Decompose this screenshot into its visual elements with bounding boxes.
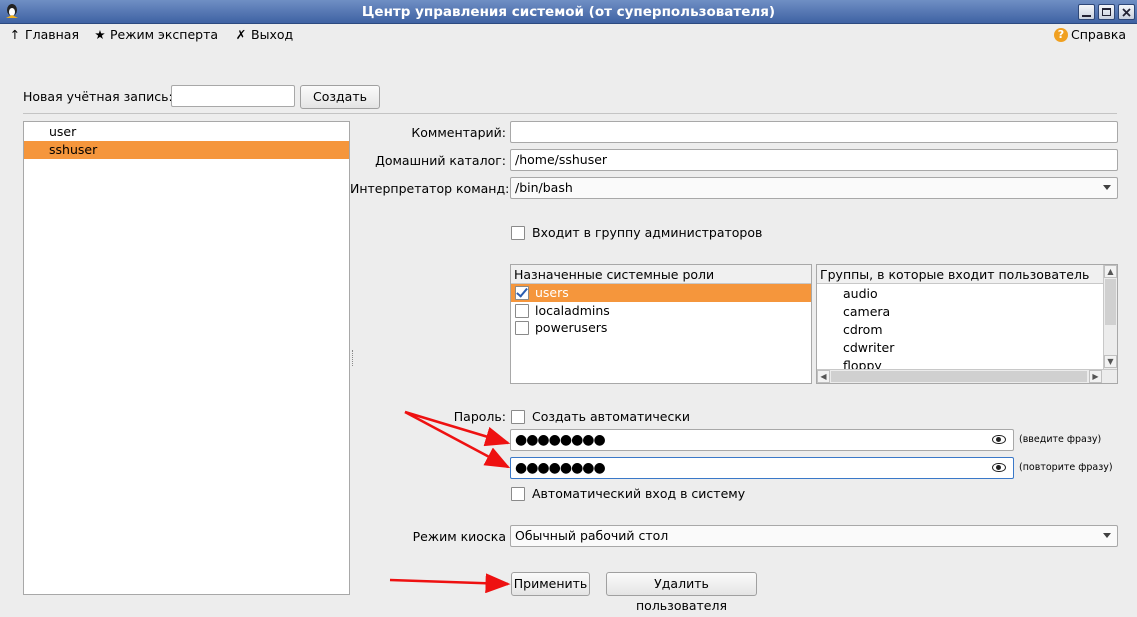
- kiosk-value: Обычный рабочий стол: [515, 528, 669, 543]
- role-users-label: users: [535, 285, 569, 300]
- vertical-scrollbar[interactable]: ▲ ▼: [1103, 265, 1117, 369]
- roles-header: Назначенные системные роли: [511, 265, 811, 284]
- auto-password-label: Создать автоматически: [532, 409, 691, 424]
- role-powerusers-label: powerusers: [535, 320, 608, 335]
- role-localadmins-label: localadmins: [535, 303, 610, 318]
- group-item[interactable]: floppy: [817, 357, 1103, 369]
- menu-home[interactable]: ↑ Главная: [8, 26, 79, 44]
- groups-header: Группы, в которые входит пользователь: [817, 265, 1103, 284]
- delete-user-button[interactable]: Удалить пользователя: [606, 572, 757, 613]
- user-list[interactable]: user sshuser: [23, 121, 350, 595]
- role-item-powerusers[interactable]: powerusers: [511, 319, 811, 337]
- menu-exit[interactable]: ✗ Выход: [234, 26, 293, 44]
- home-dir-input[interactable]: /home/sshuser: [510, 149, 1118, 171]
- help-icon: ?: [1054, 28, 1068, 42]
- exit-icon: ✗: [235, 27, 247, 42]
- kiosk-label: Режим киоска: [412, 529, 506, 544]
- password-confirm-field[interactable]: ●●●●●●●●: [510, 457, 1014, 479]
- window-title: Центр управления системой (от суперпольз…: [361, 4, 776, 20]
- role-users-checkbox[interactable]: [515, 286, 529, 300]
- password-hint: (введите фразу): [1019, 434, 1102, 445]
- password-label: Пароль:: [453, 409, 506, 424]
- star-icon: ★: [94, 27, 106, 42]
- create-button[interactable]: Создать: [300, 85, 380, 109]
- autologin-label: Автоматический вход в систему: [532, 486, 746, 501]
- role-item-localadmins[interactable]: localadmins: [511, 302, 811, 320]
- home-dir-label: Домашний каталог:: [375, 153, 506, 168]
- scrollbar-thumb[interactable]: [831, 371, 1087, 382]
- scroll-down-icon[interactable]: ▼: [1104, 355, 1117, 368]
- scroll-up-icon[interactable]: ▲: [1104, 265, 1117, 278]
- shell-select[interactable]: /bin/bash: [510, 177, 1118, 199]
- eye-icon[interactable]: [992, 463, 1006, 472]
- horizontal-scrollbar[interactable]: ◀ ▶: [817, 369, 1117, 383]
- scroll-right-icon[interactable]: ▶: [1089, 370, 1102, 383]
- password-field[interactable]: ●●●●●●●●: [510, 429, 1014, 451]
- apply-button[interactable]: Применить: [511, 572, 590, 596]
- group-item[interactable]: audio: [843, 285, 878, 303]
- chevron-down-icon: [1103, 185, 1111, 190]
- eye-icon[interactable]: [992, 435, 1006, 444]
- admin-group-label: Входит в группу администраторов: [532, 225, 763, 240]
- menu-expert-mode[interactable]: ★ Режим эксперта: [93, 26, 218, 44]
- group-item[interactable]: camera: [843, 303, 890, 321]
- shell-label: Интерпретатор команд:: [350, 181, 510, 196]
- scrollbar-thumb[interactable]: [1105, 279, 1116, 325]
- chevron-down-icon: [1103, 533, 1111, 538]
- autologin-checkbox[interactable]: [511, 487, 525, 501]
- group-item[interactable]: cdrom: [843, 321, 883, 339]
- comment-input[interactable]: [510, 121, 1118, 143]
- role-powerusers-checkbox[interactable]: [515, 321, 529, 335]
- groups-panel: Группы, в которые входит пользователь au…: [816, 264, 1118, 384]
- arrow-to-apply: [389, 573, 511, 594]
- menu-help[interactable]: ? Справка: [1054, 26, 1126, 44]
- shell-value: /bin/bash: [515, 180, 573, 195]
- kiosk-select[interactable]: Обычный рабочий стол: [510, 525, 1118, 547]
- admin-group-checkbox[interactable]: [511, 226, 525, 240]
- auto-password-checkbox[interactable]: [511, 410, 525, 424]
- password-confirm-hint: (повторите фразу): [1019, 462, 1113, 473]
- separator: [23, 113, 1117, 114]
- new-account-input[interactable]: [171, 85, 295, 107]
- minimize-button[interactable]: [1078, 4, 1095, 20]
- role-item-users[interactable]: users: [511, 284, 811, 302]
- close-button[interactable]: [1118, 4, 1135, 20]
- list-item-sshuser[interactable]: sshuser: [24, 141, 349, 159]
- maximize-button[interactable]: [1098, 4, 1115, 20]
- group-item[interactable]: cdwriter: [843, 339, 894, 357]
- up-arrow-icon: ↑: [9, 27, 21, 42]
- new-account-label: Новая учётная запись:: [23, 89, 173, 104]
- splitter-handle[interactable]: [352, 350, 354, 366]
- scroll-left-icon[interactable]: ◀: [817, 370, 830, 383]
- list-item-user[interactable]: user: [24, 123, 349, 141]
- role-localadmins-checkbox[interactable]: [515, 304, 529, 318]
- comment-label: Комментарий:: [411, 125, 506, 140]
- roles-panel: Назначенные системные роли users localad…: [510, 264, 812, 384]
